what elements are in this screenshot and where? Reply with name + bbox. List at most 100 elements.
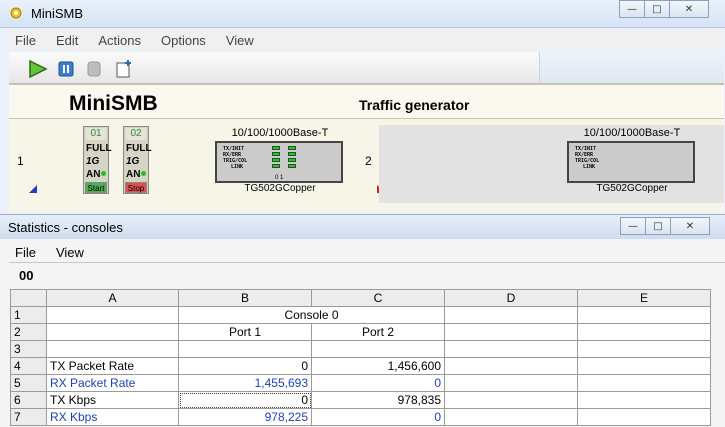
stat-value-cell[interactable]: 0	[311, 374, 445, 392]
minimize-button[interactable]: —	[619, 0, 645, 18]
menu-actions[interactable]: Actions	[92, 33, 141, 48]
selected-cell[interactable]: 0	[178, 391, 312, 409]
new-document-button[interactable]	[113, 58, 135, 80]
cell[interactable]	[577, 357, 711, 375]
port-autoneg: AN	[126, 169, 141, 180]
statistics-grid: A B C D E 1 Console 0 2 Port 1 Port 2 3	[10, 289, 711, 426]
stat-label-cell[interactable]: TX Packet Rate	[46, 357, 179, 375]
column-header-e[interactable]: E	[577, 289, 711, 307]
start-button[interactable]	[27, 58, 49, 80]
device-panel: MiniSMB Traffic generator 1 01 FULL 1G A…	[9, 84, 724, 212]
cell[interactable]	[311, 340, 445, 358]
table-row: 7 RX Kbps 978,225 0	[10, 408, 711, 426]
row-header[interactable]: 2	[10, 323, 47, 341]
stats-title-bar[interactable]: Statistics - consoles — □ ✕	[0, 215, 725, 239]
stat-value-cell[interactable]: 1,455,693	[178, 374, 312, 392]
menu-options[interactable]: Options	[155, 33, 206, 48]
module-chassis-1[interactable]: 10/100/1000Base-T TX/INIT RX/ERR TRIG/CO…	[215, 125, 345, 194]
title-bar[interactable]: MiniSMB — □ ✕	[0, 0, 725, 28]
cell[interactable]	[46, 306, 179, 324]
stat-value-cell[interactable]: 0	[178, 357, 312, 375]
cell[interactable]	[577, 340, 711, 358]
port-1-header-cell[interactable]: Port 1	[178, 323, 312, 341]
port-index-labels: 0 1	[275, 175, 284, 181]
cell[interactable]	[444, 306, 578, 324]
port-card-01[interactable]: 01 FULL 1G AN Start	[83, 126, 112, 194]
cell[interactable]	[178, 340, 312, 358]
stat-label-cell[interactable]: RX Kbps	[46, 408, 179, 426]
column-header-d[interactable]: D	[444, 289, 578, 307]
column-header-b[interactable]: B	[178, 289, 312, 307]
stats-menu-file[interactable]: File	[9, 245, 36, 261]
stats-menu-view[interactable]: View	[50, 245, 84, 261]
cell[interactable]	[577, 306, 711, 324]
row-header[interactable]: 4	[10, 357, 47, 375]
row-header[interactable]: 7	[10, 408, 47, 426]
stop-port-button[interactable]: Stop	[125, 182, 147, 193]
header-strip: MiniSMB Traffic generator	[9, 85, 724, 119]
stats-minimize-button[interactable]: —	[620, 217, 646, 235]
row-header[interactable]: 1	[10, 306, 47, 324]
stat-value-cell[interactable]: 1,456,600	[311, 357, 445, 375]
cell[interactable]	[46, 323, 179, 341]
chassis-1-marker	[29, 185, 37, 193]
minimize-icon: —	[627, 3, 637, 15]
corner-cell[interactable]	[10, 289, 47, 307]
cell[interactable]	[577, 408, 711, 426]
menu-edit[interactable]: Edit	[50, 33, 78, 48]
stat-value-cell[interactable]: 978,225	[178, 408, 312, 426]
window-controls: — □ ✕	[619, 0, 709, 18]
row-header[interactable]: 3	[10, 340, 47, 358]
brand-subtitle: Traffic generator	[359, 97, 470, 113]
port-id: 02	[126, 128, 146, 140]
port-card-02[interactable]: 02 FULL 1G AN Stop	[123, 126, 152, 194]
cell[interactable]	[46, 340, 179, 358]
stat-label-cell[interactable]: RX Packet Rate	[46, 374, 179, 392]
port-duplex: FULL	[126, 143, 152, 154]
port-speed: 1G	[126, 156, 140, 167]
port-2-header-cell[interactable]: Port 2	[311, 323, 445, 341]
cell[interactable]	[577, 323, 711, 341]
stat-label-cell[interactable]: TX Kbps	[46, 391, 179, 409]
close-button[interactable]: ✕	[669, 0, 709, 18]
console-header-cell[interactable]: Console 0	[178, 306, 445, 324]
table-row: 1 Console 0	[10, 306, 711, 324]
stat-value-cell[interactable]: 0	[311, 408, 445, 426]
stats-window-title: Statistics - consoles	[8, 220, 123, 235]
stats-close-button[interactable]: ✕	[670, 217, 710, 235]
toolbar-empty-area	[539, 52, 724, 83]
cell[interactable]	[444, 323, 578, 341]
chassis-2-area[interactable]: 10/100/1000Base-T TX/INIT RX/ERR TRIG/CO…	[379, 125, 724, 203]
led-labels: TX/INIT RX/ERR TRIG/COL LINK	[575, 146, 600, 170]
port-speed: 1G	[86, 156, 100, 167]
menu-file[interactable]: File	[9, 33, 36, 48]
toolbar	[9, 52, 724, 84]
cell[interactable]	[577, 374, 711, 392]
pause-button[interactable]	[55, 58, 77, 80]
row-header[interactable]: 5	[10, 374, 47, 392]
led-column-1	[288, 146, 296, 170]
cell[interactable]	[444, 357, 578, 375]
module-title: 10/100/1000Base-T	[583, 127, 681, 139]
module-name: TG502GCopper	[244, 183, 316, 194]
cell[interactable]	[444, 374, 578, 392]
cell[interactable]	[444, 408, 578, 426]
stats-window-controls: — □ ✕	[620, 217, 710, 235]
app-logo-icon	[10, 7, 22, 19]
start-port-button[interactable]: Start	[85, 182, 107, 193]
column-header-c[interactable]: C	[311, 289, 445, 307]
column-header-a[interactable]: A	[46, 289, 179, 307]
row-header[interactable]: 6	[10, 391, 47, 409]
disabled-button[interactable]	[83, 58, 105, 80]
maximize-button[interactable]: □	[644, 0, 670, 18]
module-chassis-2[interactable]: 10/100/1000Base-T TX/INIT RX/ERR TRIG/CO…	[567, 125, 697, 194]
maximize-icon: □	[653, 220, 663, 232]
cell[interactable]	[444, 391, 578, 409]
stat-value-cell[interactable]: 978,835	[311, 391, 445, 409]
menu-view[interactable]: View	[220, 33, 254, 48]
cell[interactable]	[444, 340, 578, 358]
link-status-dot	[141, 171, 146, 176]
stats-maximize-button[interactable]: □	[645, 217, 671, 235]
cell-reference: 00	[19, 268, 34, 283]
cell[interactable]	[577, 391, 711, 409]
